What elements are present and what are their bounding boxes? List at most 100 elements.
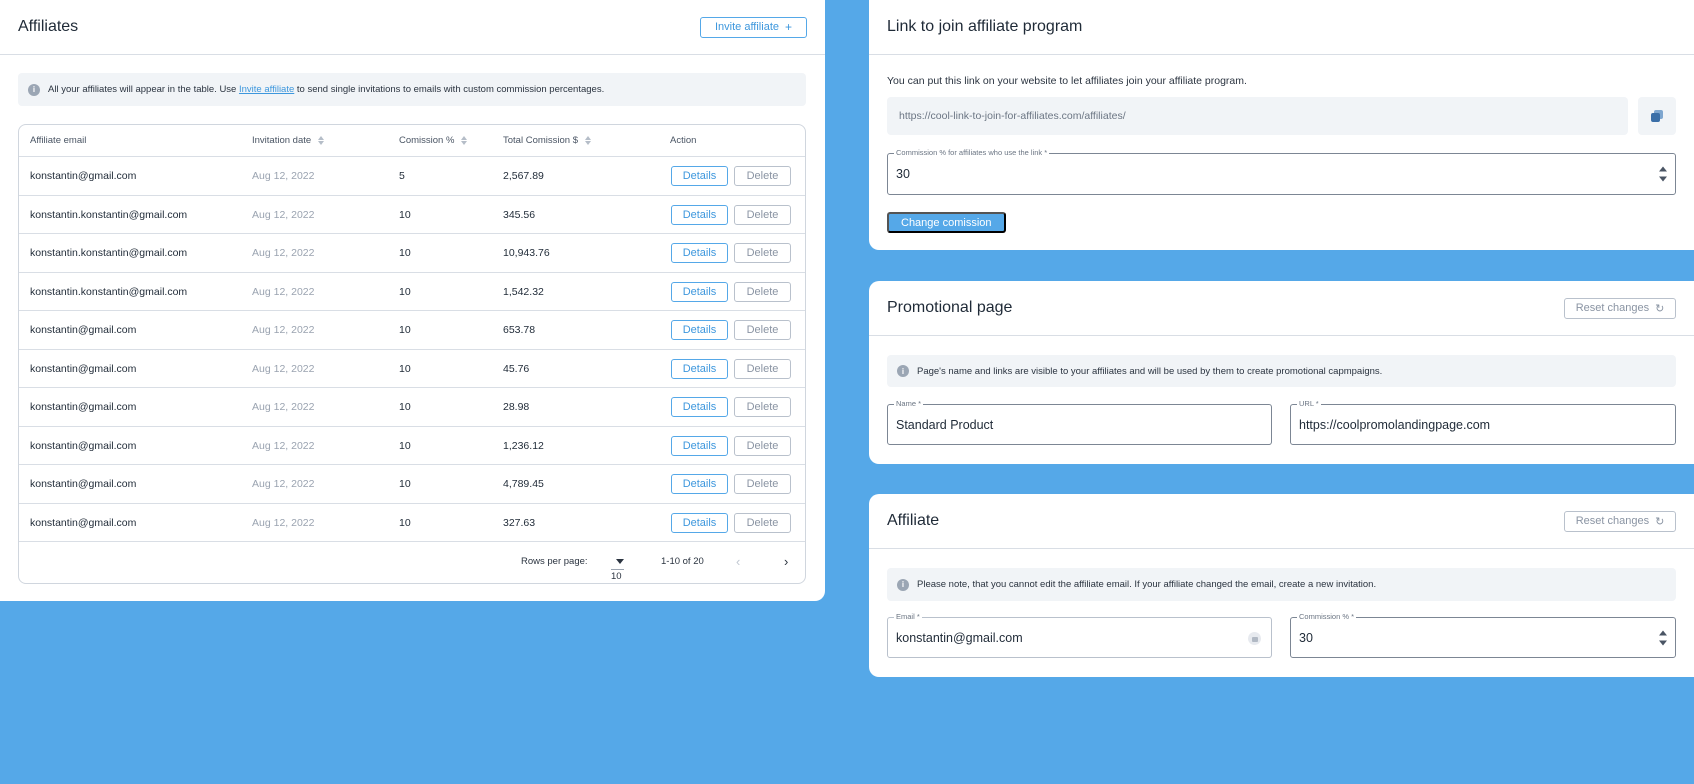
details-button[interactable]: Details [671, 512, 728, 533]
details-button[interactable]: Details [671, 397, 728, 417]
row-actions: Details Delete [671, 196, 791, 233]
affiliate-email: konstantin.konstantin@gmail.com [30, 208, 188, 221]
info-text: All your affiliates will appear in the t… [48, 84, 604, 95]
join-link-description: You can put this link on your website to… [887, 75, 1247, 87]
sort-icon [584, 136, 591, 145]
copy-button[interactable] [1638, 97, 1676, 135]
details-button[interactable]: Details [671, 320, 728, 340]
delete-button[interactable]: Delete [734, 281, 791, 302]
affiliate-commission-value: 30 [1299, 630, 1313, 645]
invitation-date: Aug 12, 2022 [252, 478, 315, 490]
affiliate-email-value: konstantin@gmail.com [896, 630, 1023, 645]
reset-changes-label: Reset changes [1575, 302, 1650, 314]
table-row: konstantin.konstantin@gmail.com Aug 12, … [19, 196, 805, 234]
promo-info-text: Page's name and links are visible to you… [917, 365, 1383, 377]
affiliate-email: konstantin@gmail.com [30, 362, 137, 375]
invite-affiliate-link[interactable]: Invite affiliate [239, 84, 294, 95]
col-invitation-date[interactable]: Invitation date [252, 125, 325, 156]
invitation-date: Aug 12, 2022 [252, 401, 315, 413]
col-commission[interactable]: Comission % [399, 125, 468, 156]
rows-per-page-value: 10 [611, 571, 622, 582]
commission-percent: 10 [399, 208, 411, 221]
stepper-icon[interactable] [1659, 166, 1667, 182]
affiliate-info-text: Please note, that you cannot edit the af… [917, 579, 1377, 590]
affiliate-email: konstantin@gmail.com [30, 516, 137, 529]
info-icon: i [897, 578, 909, 591]
promo-name-field[interactable]: Name * Standard Product [887, 399, 1272, 445]
delete-button[interactable]: Delete [734, 512, 791, 533]
reset-changes-button[interactable]: Reset changes ↻ [1564, 510, 1676, 532]
delete-button[interactable]: Delete [734, 166, 791, 186]
affiliate-email: konstantin@gmail.com [30, 401, 137, 413]
col-total-commission[interactable]: Total Comission $ [503, 125, 591, 156]
promo-title: Promotional page [887, 299, 1013, 316]
details-button[interactable]: Details [671, 281, 728, 302]
commission-percent: 10 [399, 247, 411, 259]
promo-info-bar: i Page's name and links are visible to y… [887, 355, 1676, 387]
invitation-date: Aug 12, 2022 [252, 208, 315, 221]
delete-button[interactable]: Delete [734, 435, 791, 456]
details-button[interactable]: Details [671, 435, 728, 456]
commission-percent: 10 [399, 285, 411, 298]
info-icon: i [28, 83, 40, 96]
affiliate-commission-field[interactable]: Commission % * 30 [1290, 612, 1676, 658]
details-button[interactable]: Details [671, 474, 728, 494]
table-row: konstantin@gmail.com Aug 12, 2022 10 653… [19, 311, 805, 350]
plus-icon: + [785, 20, 793, 34]
affiliates-title: Affiliates [18, 18, 79, 35]
reset-changes-button[interactable]: Reset changes ↻ [1564, 297, 1676, 319]
invitation-date: Aug 12, 2022 [252, 324, 315, 336]
table-row: konstantin@gmail.com Aug 12, 2022 10 1,2… [19, 427, 805, 465]
affiliate-email: konstantin.konstantin@gmail.com [30, 285, 188, 298]
promo-url-field[interactable]: URL * https://coolpromolandingpage.com [1290, 399, 1676, 445]
commission-percent: 5 [399, 170, 405, 182]
affiliates-card: Affiliates Invite affiliate + i All your… [0, 0, 825, 601]
total-commission: 4,789.45 [503, 478, 544, 490]
delete-button[interactable]: Delete [734, 320, 791, 340]
affiliate-info-bar: i Please note, that you cannot edit the … [887, 568, 1676, 601]
delete-button[interactable]: Delete [734, 358, 791, 379]
total-commission: 345.56 [503, 208, 536, 221]
info-icon: i [897, 365, 909, 377]
delete-button[interactable]: Delete [734, 397, 791, 417]
promo-header: Promotional page Reset changes ↻ [869, 281, 1694, 336]
invitation-date: Aug 12, 2022 [252, 362, 315, 375]
total-commission: 28.98 [503, 401, 530, 413]
stepper-icon[interactable] [1659, 630, 1667, 645]
delete-button[interactable]: Delete [734, 243, 791, 263]
change-commission-button[interactable]: Change comission [887, 212, 1006, 233]
invite-affiliate-button[interactable]: Invite affiliate + [700, 16, 807, 38]
total-commission: 1,542.32 [503, 285, 544, 298]
details-button[interactable]: Details [671, 166, 728, 186]
next-page-icon[interactable]: › [784, 554, 788, 569]
details-button[interactable]: Details [671, 358, 728, 379]
sort-icon [318, 136, 325, 145]
lock-icon [1248, 632, 1261, 645]
total-commission: 327.63 [503, 516, 536, 529]
table-row: konstantin@gmail.com Aug 12, 2022 10 28.… [19, 388, 805, 427]
details-button[interactable]: Details [671, 204, 728, 225]
commission-field[interactable]: Commission % for affiliates who use the … [887, 148, 1676, 195]
invitation-date: Aug 12, 2022 [252, 247, 315, 259]
affiliate-header: Affiliate Reset changes ↻ [869, 494, 1694, 549]
delete-button[interactable]: Delete [734, 204, 791, 225]
commission-percent: 10 [399, 324, 411, 336]
details-button[interactable]: Details [671, 243, 728, 263]
join-link-url-box[interactable]: https://cool-link-to-join-for-affiliates… [887, 97, 1628, 135]
commission-field-value: 30 [896, 167, 910, 181]
row-actions: Details Delete [671, 504, 791, 541]
chevron-down-icon [616, 558, 624, 564]
table-row: konstantin@gmail.com Aug 12, 2022 10 327… [19, 504, 805, 542]
promo-card: Promotional page Reset changes ↻ i Page'… [869, 281, 1694, 464]
promo-name-value: Standard Product [896, 417, 994, 432]
commission-percent: 10 [399, 439, 411, 452]
invitation-date: Aug 12, 2022 [252, 285, 315, 298]
info-text-after: to send single invitations to emails wit… [296, 84, 605, 95]
prev-page-icon[interactable]: ‹ [736, 554, 740, 569]
rows-per-page-select[interactable]: 10 [611, 556, 624, 582]
row-actions: Details Delete [671, 273, 791, 310]
affiliate-email: konstantin.konstantin@gmail.com [30, 247, 188, 259]
row-actions: Details Delete [671, 234, 791, 272]
table-row: konstantin@gmail.com Aug 12, 2022 5 2,56… [19, 157, 805, 196]
delete-button[interactable]: Delete [734, 474, 791, 494]
